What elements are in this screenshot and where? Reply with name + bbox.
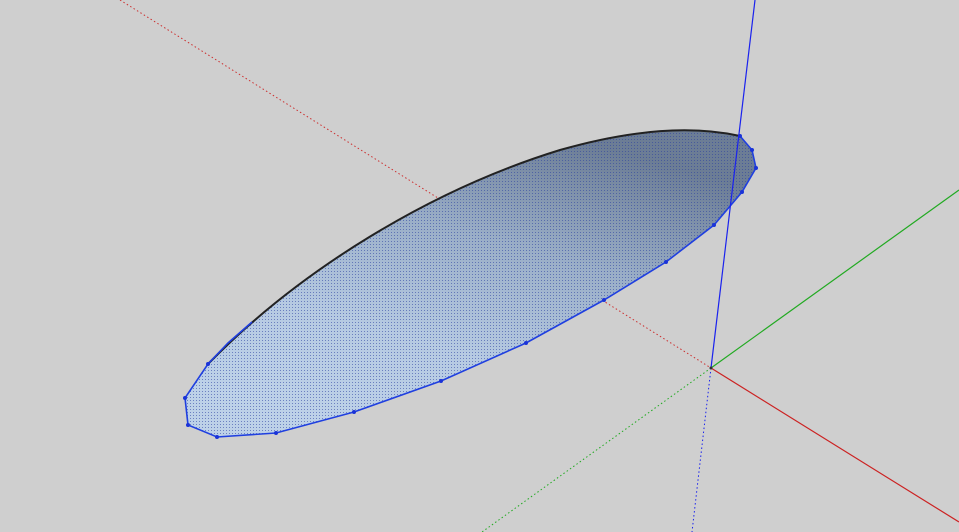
selected-elliptical-face[interactable] (183, 129, 758, 439)
red-axis (710, 367, 959, 523)
blue-axis-hidden (691, 367, 712, 532)
green-axis (710, 189, 959, 369)
origin-point (709, 366, 713, 370)
scene-canvas[interactable] (0, 0, 959, 532)
modeling-viewport[interactable] (0, 0, 959, 532)
green-axis-hidden (481, 367, 712, 532)
face-dot-texture (185, 130, 756, 437)
